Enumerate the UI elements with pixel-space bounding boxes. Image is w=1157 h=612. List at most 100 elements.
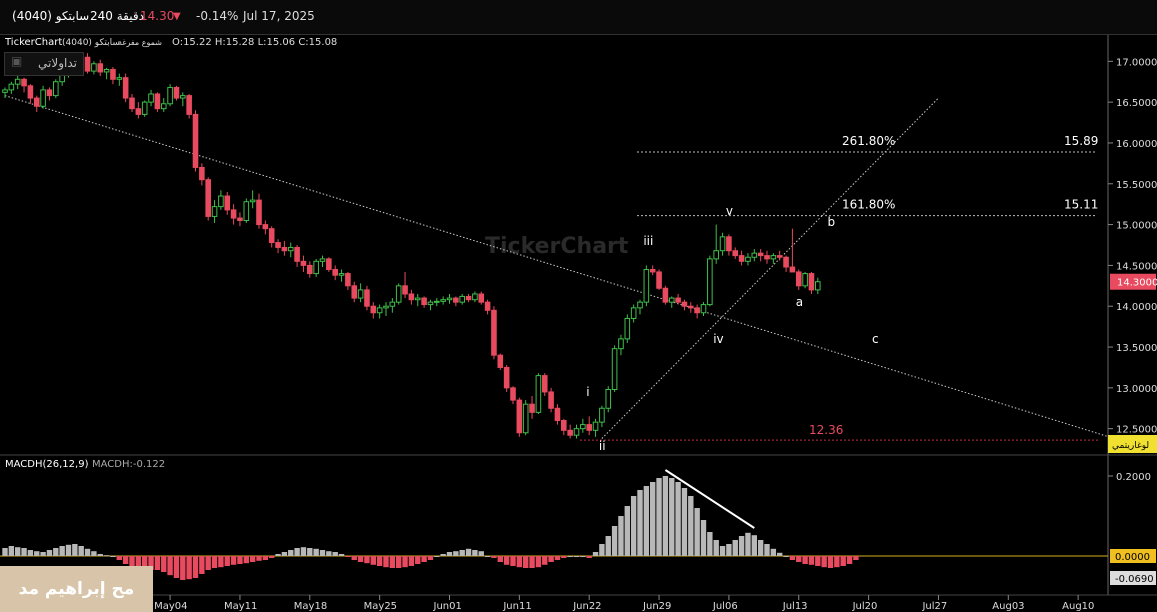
macd-histogram-bar <box>84 548 91 556</box>
macd-histogram-bar <box>453 551 459 556</box>
candle-body <box>275 242 281 248</box>
macd-histogram-bar <box>503 556 510 565</box>
macd-histogram-bar <box>122 556 129 564</box>
macd-histogram-bar <box>478 551 484 556</box>
candle-body <box>345 273 351 287</box>
candle-body <box>618 338 624 350</box>
macd-histogram-bar <box>726 544 732 556</box>
candle-body <box>567 429 573 436</box>
macd-histogram-bar <box>624 506 630 556</box>
candle-body <box>465 295 472 301</box>
macd-value-label: MACDH:-0.122 <box>92 459 165 470</box>
macd-histogram-bar <box>459 550 465 556</box>
candle-body <box>249 199 256 203</box>
candle-body <box>199 166 205 181</box>
macd-histogram-bar <box>770 548 777 556</box>
candle-body <box>319 258 326 262</box>
candle-body <box>53 81 59 97</box>
candle-body <box>116 77 123 80</box>
candle-body <box>84 56 91 72</box>
candle-body <box>8 83 15 91</box>
date-tick-label: Jun01 <box>433 601 462 612</box>
candle-body <box>154 93 161 110</box>
macd-histogram-bar <box>611 526 618 556</box>
candle-body <box>548 391 554 409</box>
macd-histogram-bar <box>313 548 319 556</box>
date-tick-label: May11 <box>224 601 257 612</box>
candle-body <box>364 289 370 307</box>
candle-body <box>129 97 135 110</box>
candle-body <box>192 113 199 168</box>
candle-body <box>46 89 53 97</box>
brand-badge-label: تداولاتي <box>38 56 77 70</box>
candle-body <box>446 297 453 301</box>
macd-histogram-bar <box>116 556 122 560</box>
candle-body <box>497 354 504 368</box>
price-tick-label: 15.5000 <box>1116 180 1157 191</box>
symbol-name[interactable]: سابتكو (4040) <box>12 9 89 23</box>
macd-histogram-bar <box>853 556 859 560</box>
fib-level-percent: 261.80% <box>842 134 895 148</box>
candle-body <box>40 89 46 107</box>
macd-histogram-bar <box>738 536 745 556</box>
candle-body <box>103 68 110 73</box>
date-tick-label: May04 <box>154 601 187 612</box>
candle-body <box>383 305 389 309</box>
author-signature: مح إبراهيم مد <box>0 566 153 612</box>
macd-histogram-bar <box>230 556 237 565</box>
candle-body <box>122 77 129 99</box>
macd-histogram-bar <box>567 556 573 557</box>
wave-label: iii <box>643 234 653 248</box>
macd-histogram-bar <box>688 496 694 556</box>
support-level-value: 12.36 <box>809 423 843 437</box>
candle-body <box>402 285 408 295</box>
macd-histogram-bar <box>662 476 669 556</box>
macd-histogram-bar <box>332 552 338 556</box>
candle-body <box>732 250 739 257</box>
candle-body <box>459 295 465 303</box>
candle-body <box>751 252 758 258</box>
macd-histogram-bar <box>192 556 199 578</box>
macd-histogram-bar <box>789 556 796 560</box>
macd-histogram-bar <box>802 556 808 564</box>
macd-histogram-bar <box>548 556 554 562</box>
candle-body <box>503 366 510 389</box>
price-tick-label: 15.0000 <box>1116 221 1157 232</box>
price-chart[interactable]: TickerChart سابتكو (4040)شموع مفرغة O:15.2… <box>0 35 1157 612</box>
candle-body <box>656 271 662 289</box>
candle-body <box>27 85 34 99</box>
wave-label: b <box>828 215 836 229</box>
candle-body <box>510 387 516 401</box>
candle-body <box>726 236 732 252</box>
candle-body <box>135 108 142 115</box>
price-tick-label: 16.5000 <box>1116 98 1157 109</box>
wave-label: ii <box>599 439 606 453</box>
candle-body <box>21 78 27 87</box>
price-tick-label: 16.0000 <box>1116 139 1157 150</box>
candle-body <box>300 260 307 266</box>
candle-body <box>529 403 535 413</box>
candle-body <box>326 258 332 270</box>
macd-histogram-bar <box>46 550 53 556</box>
macd-histogram-bar <box>465 548 472 556</box>
macd-histogram-bar <box>288 550 294 556</box>
candle-body <box>637 301 643 309</box>
candle-body <box>573 428 580 436</box>
candle-body <box>338 273 345 276</box>
macd-histogram-bar <box>637 490 643 556</box>
macd-histogram-bar <box>510 556 516 566</box>
macd-histogram-bar <box>446 552 453 556</box>
candle-body <box>472 293 478 301</box>
macd-histogram-bar <box>421 556 427 562</box>
macd-histogram-bar <box>846 556 853 564</box>
candle-body <box>294 246 300 262</box>
macd-last-tag-label: -0.0690 <box>1115 574 1154 585</box>
macd-histogram-bar <box>199 556 205 574</box>
candle-body <box>478 293 485 303</box>
interval-label[interactable]: 240 دقيقة <box>90 9 144 23</box>
candle-body <box>815 281 821 291</box>
macd-histogram-bar <box>643 486 650 556</box>
macd-histogram-bar <box>599 544 605 556</box>
macd-histogram-bar <box>275 554 281 556</box>
macd-histogram-bar <box>8 546 15 556</box>
